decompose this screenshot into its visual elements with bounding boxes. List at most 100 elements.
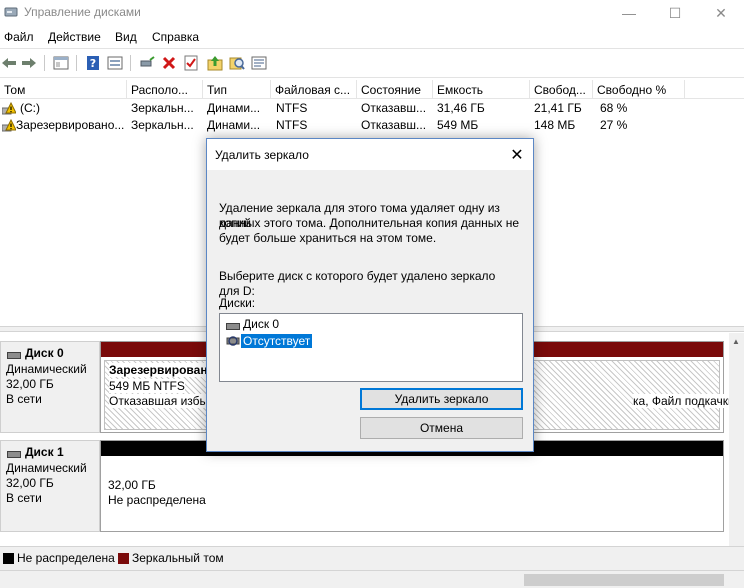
disk-icon xyxy=(7,448,21,462)
toolbar-separator xyxy=(44,55,45,71)
legend: Не распределена Зеркальный том xyxy=(0,546,744,570)
toolbar-separator xyxy=(76,55,77,71)
volume-type: Динами... xyxy=(207,118,261,132)
list-item-label: Отсутствует xyxy=(241,334,313,348)
volume-free-space: 148 МБ xyxy=(534,118,576,132)
properties-icon[interactable] xyxy=(52,54,70,72)
warning-icon xyxy=(1,101,17,115)
table-row[interactable]: Зарезервировано... Зеркальн... Динами...… xyxy=(0,117,744,134)
import-icon[interactable] xyxy=(206,54,224,72)
volume-name: (C:) xyxy=(20,101,40,115)
column-header-capacity[interactable]: Емкость xyxy=(433,80,530,99)
remove-mirror-dialog: Удалить зеркало ✕ Удаление зеркала для э… xyxy=(206,138,534,452)
list-item[interactable]: Диск 0 xyxy=(226,316,279,332)
window-title: Управление дисками xyxy=(24,5,141,19)
disk-icon xyxy=(7,349,21,363)
missing-disk-icon xyxy=(226,335,240,347)
maximize-button[interactable]: ☐ xyxy=(652,0,698,26)
disk-0-info[interactable]: Диск 0 Динамический 32,00 ГБ В сети xyxy=(0,341,100,433)
disk-size: 32,00 ГБ xyxy=(6,476,54,490)
volume-layout: Зеркальн... xyxy=(131,101,194,115)
unallocated-space[interactable]: 32,00 ГБ Не распределена xyxy=(104,459,720,529)
volume-status: Отказавшая избы xyxy=(109,394,209,408)
column-header-row: Том Располо... Тип Файловая с... Состоян… xyxy=(0,80,744,99)
column-header-filesystem[interactable]: Файловая с... xyxy=(271,80,357,99)
volume-status: Отказавш... xyxy=(361,118,427,132)
column-header-type[interactable]: Тип xyxy=(203,80,271,99)
volume-status: ка, Файл подкачки) xyxy=(633,394,739,408)
volume-size: 32,00 ГБ xyxy=(108,478,156,492)
volume-filesystem: NTFS xyxy=(276,118,308,132)
table-row[interactable]: (C:) Зеркальн... Динами... NTFS Отказавш… xyxy=(0,100,744,117)
delete-icon[interactable] xyxy=(160,54,178,72)
disk-type: Динамический xyxy=(6,362,87,376)
dialog-title-bar: Удалить зеркало ✕ xyxy=(207,139,533,170)
volume-size: 549 МБ NTFS xyxy=(109,379,185,393)
column-header-free-space[interactable]: Свобод... xyxy=(530,80,593,99)
menu-help[interactable]: Справка xyxy=(152,30,199,44)
disk-status: В сети xyxy=(6,392,42,406)
menu-view[interactable]: Вид xyxy=(115,30,137,44)
menu-action[interactable]: Действие xyxy=(48,30,101,44)
disk-size: 32,00 ГБ xyxy=(6,377,54,391)
volume-free-percent: 68 % xyxy=(600,101,628,115)
minimize-button[interactable]: — xyxy=(606,0,652,26)
disk-1-volumes: 32,00 ГБ Не распределена xyxy=(100,440,724,532)
disk-name: Диск 0 xyxy=(25,346,64,360)
list-item-selected[interactable]: Отсутствует xyxy=(226,333,313,349)
disk-type: Динамический xyxy=(6,461,87,475)
horizontal-scrollbar[interactable] xyxy=(0,570,744,588)
title-bar: Управление дисками — ☐ ✕ xyxy=(0,0,744,26)
dialog-close-button[interactable]: ✕ xyxy=(505,143,529,167)
vertical-scrollbar[interactable] xyxy=(729,443,744,546)
disk-name: Диск 1 xyxy=(25,445,64,459)
toolbar: ? xyxy=(0,48,744,78)
menu-file[interactable]: Файл xyxy=(4,30,34,44)
forward-icon[interactable] xyxy=(20,54,38,72)
back-icon[interactable] xyxy=(0,54,18,72)
legend-label-unallocated: Не распределена xyxy=(17,551,115,565)
svg-text:?: ? xyxy=(90,57,96,70)
volume-free-space: 21,41 ГБ xyxy=(534,101,582,115)
close-button[interactable]: ✕ xyxy=(698,0,744,26)
volume-capacity: 549 МБ xyxy=(437,118,479,132)
dialog-prompt: Выберите диск с которого будет удалено з… xyxy=(219,269,496,298)
connect-icon[interactable] xyxy=(138,54,156,72)
remove-mirror-button[interactable]: Удалить зеркало xyxy=(360,388,523,410)
vertical-scrollbar[interactable]: ▲ xyxy=(729,333,744,443)
volume-status: Не распределена xyxy=(108,493,206,507)
toolbar-separator xyxy=(130,55,131,71)
menu-bar: Файл Действие Вид Справка xyxy=(0,26,744,48)
volume-status: Отказавш... xyxy=(361,101,427,115)
disk-management-icon xyxy=(4,5,18,19)
volume-type: Динами... xyxy=(207,101,261,115)
list-icon[interactable] xyxy=(250,54,268,72)
scroll-thumb[interactable] xyxy=(524,574,724,586)
column-header-status[interactable]: Состояние xyxy=(357,80,433,99)
column-header-free-percent[interactable]: Свободно % xyxy=(593,80,685,99)
volume-capacity: 31,46 ГБ xyxy=(437,101,485,115)
volume-title: Зарезервирован xyxy=(109,363,208,377)
list-item-label: Диск 0 xyxy=(243,317,280,331)
cancel-button[interactable]: Отмена xyxy=(360,417,523,439)
scroll-up-icon[interactable]: ▲ xyxy=(732,337,740,346)
search-icon[interactable] xyxy=(228,54,246,72)
disk-listbox[interactable]: Диск 0 Отсутствует xyxy=(219,313,523,382)
disk-icon xyxy=(226,320,240,330)
column-header-volume[interactable]: Том xyxy=(0,80,127,99)
legend-swatch-unallocated xyxy=(3,553,14,564)
warning-icon xyxy=(1,118,17,132)
disks-label: Диски: xyxy=(219,296,256,310)
column-header-layout[interactable]: Располо... xyxy=(127,80,203,99)
reserved-volume[interactable]: Зарезервирован 549 МБ NTFS Отказавшая из… xyxy=(104,360,216,430)
check-icon[interactable] xyxy=(182,54,200,72)
disk-status: В сети xyxy=(6,491,42,505)
view-icon[interactable] xyxy=(106,54,124,72)
disk-1-info[interactable]: Диск 1 Динамический 32,00 ГБ В сети xyxy=(0,440,100,532)
help-icon[interactable]: ? xyxy=(84,54,102,72)
dialog-description-line: будет больше храниться на этом томе. xyxy=(219,231,437,245)
dialog-description-line: данных этого тома. Дополнительная копия … xyxy=(219,216,520,230)
dialog-title: Удалить зеркало xyxy=(215,148,309,162)
volume-free-percent: 27 % xyxy=(600,118,628,132)
legend-label-mirror: Зеркальный том xyxy=(132,551,224,565)
